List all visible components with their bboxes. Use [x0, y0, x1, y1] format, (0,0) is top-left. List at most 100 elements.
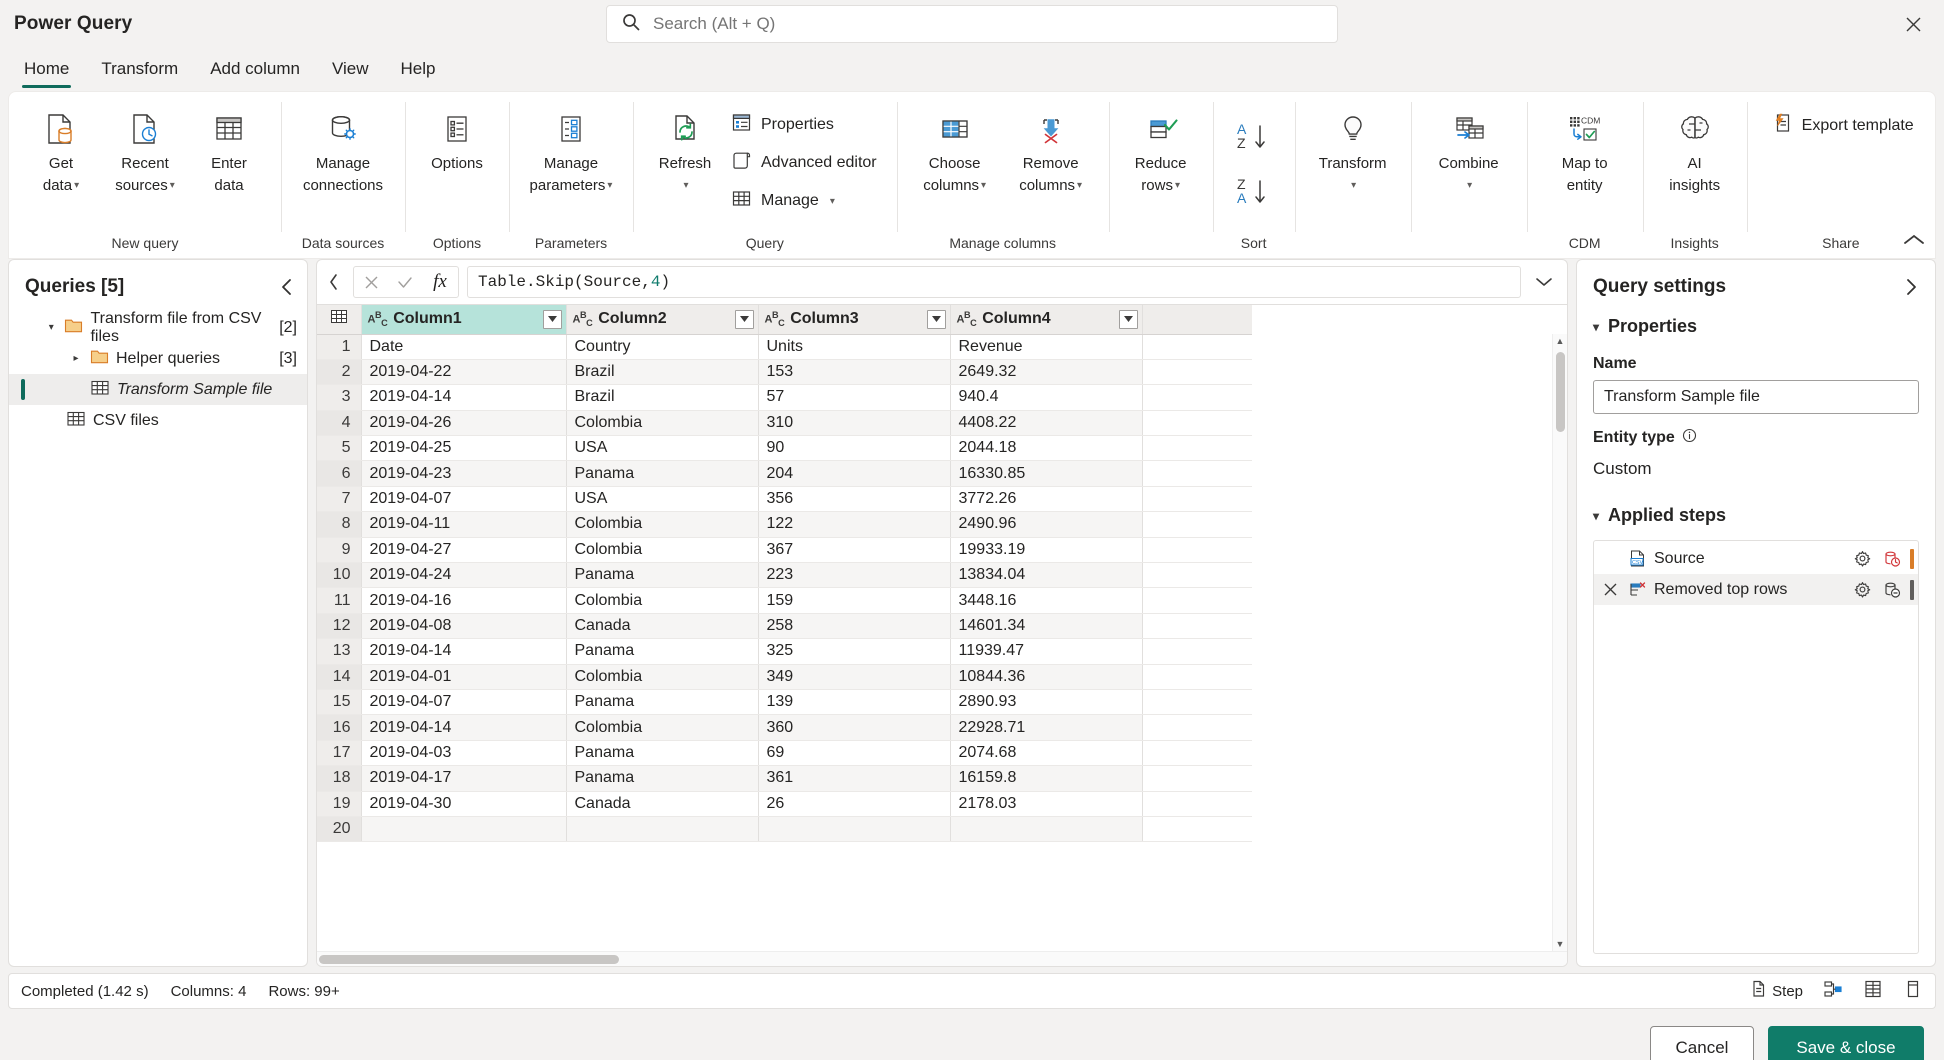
cancel-formula-button[interactable]: [354, 275, 388, 290]
properties-button[interactable]: Properties: [727, 108, 887, 142]
table-row[interactable]: 14 2019-04-01 Colombia 349 10844.36: [317, 664, 1252, 690]
table-cell[interactable]: 2649.32: [950, 359, 1143, 386]
row-number[interactable]: 5: [317, 435, 362, 462]
table-cell[interactable]: Brazil: [566, 384, 759, 411]
table-cell[interactable]: USA: [566, 435, 759, 462]
ai-insights-button[interactable]: AI insights: [1653, 100, 1737, 204]
table-cell[interactable]: Date: [361, 334, 567, 360]
table-cell[interactable]: 325: [758, 638, 951, 665]
table-cell[interactable]: 940.4: [950, 384, 1143, 411]
manage-button[interactable]: Manage ▾: [727, 184, 887, 218]
row-number[interactable]: 8: [317, 511, 362, 538]
table-cell[interactable]: 2019-04-23: [361, 460, 567, 487]
row-number[interactable]: 15: [317, 689, 362, 716]
applied-steps-section-header[interactable]: ▾ Applied steps: [1593, 501, 1919, 530]
query-name-input[interactable]: [1593, 380, 1919, 414]
export-template-button[interactable]: Export template: [1767, 108, 1924, 143]
collapse-ribbon-button[interactable]: [1903, 233, 1925, 252]
table-cell[interactable]: Brazil: [566, 359, 759, 386]
table-cell[interactable]: 2019-04-01: [361, 664, 567, 690]
row-number[interactable]: 3: [317, 384, 362, 411]
schema-view-button[interactable]: [1863, 979, 1883, 1003]
table-cell[interactable]: Panama: [566, 638, 759, 665]
column-header-column3[interactable]: ABC Column3: [758, 305, 951, 335]
row-number[interactable]: 6: [317, 460, 362, 487]
search-input[interactable]: [653, 14, 1323, 34]
table-cell[interactable]: [950, 816, 1143, 843]
search-box[interactable]: [606, 5, 1338, 43]
scroll-down-arrow-icon[interactable]: ▼: [1556, 937, 1565, 951]
horizontal-scroll-thumb[interactable]: [319, 955, 619, 964]
table-cell[interactable]: 16330.85: [950, 460, 1143, 487]
transform-button[interactable]: Transform ▾: [1305, 100, 1401, 204]
sort-descending-button[interactable]: Z A: [1235, 175, 1273, 220]
vertical-scroll-thumb[interactable]: [1555, 352, 1565, 432]
row-number[interactable]: 12: [317, 613, 362, 640]
row-number[interactable]: 9: [317, 537, 362, 564]
column-header-column1[interactable]: ABC Column1: [361, 305, 567, 335]
table-cell[interactable]: 13834.04: [950, 562, 1143, 589]
column-filter-button-column4[interactable]: [1118, 309, 1138, 329]
table-cell[interactable]: Colombia: [566, 587, 759, 614]
diagram-view-button[interactable]: [1823, 979, 1843, 1003]
table-cell[interactable]: Colombia: [566, 537, 759, 564]
table-row[interactable]: 20: [317, 816, 1252, 843]
table-cell[interactable]: 2019-04-14: [361, 638, 567, 665]
table-cell[interactable]: 3772.26: [950, 486, 1143, 513]
column-filter-button-column2[interactable]: [734, 309, 754, 329]
column-header-column4[interactable]: ABC Column4: [950, 305, 1143, 335]
db-minus-icon[interactable]: [1880, 581, 1904, 599]
table-row[interactable]: 13 2019-04-14 Panama 325 11939.47: [317, 638, 1252, 665]
close-window-button[interactable]: [1896, 7, 1930, 41]
table-row[interactable]: 4 2019-04-26 Colombia 310 4408.22: [317, 410, 1252, 437]
table-row[interactable]: 7 2019-04-07 USA 356 3772.26: [317, 486, 1252, 513]
table-cell[interactable]: Revenue: [950, 334, 1143, 360]
info-icon[interactable]: [1682, 428, 1697, 448]
table-cell[interactable]: Panama: [566, 689, 759, 716]
table-cell[interactable]: 153: [758, 359, 951, 386]
table-cell[interactable]: 2019-04-08: [361, 613, 567, 640]
table-cell[interactable]: 2019-04-24: [361, 562, 567, 589]
row-number[interactable]: 1: [317, 334, 362, 360]
collapse-formula-bar-button[interactable]: [323, 273, 345, 291]
collapse-queries-pane-button[interactable]: [279, 278, 295, 296]
table-cell[interactable]: 2019-04-22: [361, 359, 567, 386]
table-cell[interactable]: 2019-04-11: [361, 511, 567, 538]
table-cell[interactable]: 3448.16: [950, 587, 1143, 614]
row-number[interactable]: 2: [317, 359, 362, 386]
table-cell[interactable]: Panama: [566, 740, 759, 767]
table-cell[interactable]: 356: [758, 486, 951, 513]
table-cell[interactable]: Country: [566, 334, 759, 360]
table-row[interactable]: 2 2019-04-22 Brazil 153 2649.32: [317, 359, 1252, 386]
table-cell[interactable]: Units: [758, 334, 951, 360]
table-cell[interactable]: 57: [758, 384, 951, 411]
row-number[interactable]: 18: [317, 765, 362, 792]
table-cell[interactable]: 367: [758, 537, 951, 564]
manage-parameters-button[interactable]: Manage parameters ▾: [519, 100, 623, 204]
table-cell[interactable]: 204: [758, 460, 951, 487]
formula-input[interactable]: Table.Skip(Source, 4): [467, 266, 1521, 298]
table-cell[interactable]: 2019-04-26: [361, 410, 567, 437]
table-cell[interactable]: Colombia: [566, 410, 759, 437]
query-item-transform-sample-file[interactable]: Transform Sample file: [9, 374, 307, 405]
table-cell[interactable]: 360: [758, 714, 951, 741]
table-cell[interactable]: Colombia: [566, 511, 759, 538]
table-cell[interactable]: 2019-04-14: [361, 384, 567, 411]
table-cell[interactable]: 2019-04-25: [361, 435, 567, 462]
query-folder-helper-queries[interactable]: ▸ Helper queries [3]: [9, 343, 307, 374]
row-number[interactable]: 17: [317, 740, 362, 767]
sort-ascending-button[interactable]: A Z: [1235, 120, 1273, 165]
table-cell[interactable]: 2019-04-07: [361, 486, 567, 513]
save-and-close-button[interactable]: Save & close: [1768, 1026, 1924, 1060]
collapse-query-settings-button[interactable]: [1903, 278, 1919, 296]
table-cell[interactable]: [758, 816, 951, 843]
row-number[interactable]: 13: [317, 638, 362, 665]
table-cell[interactable]: 2019-04-27: [361, 537, 567, 564]
table-row[interactable]: 8 2019-04-11 Colombia 122 2490.96: [317, 511, 1252, 538]
db-clock-icon[interactable]: [1880, 550, 1904, 568]
table-cell[interactable]: 2019-04-07: [361, 689, 567, 716]
collapsed-triangle-icon[interactable]: ▸: [69, 353, 83, 364]
get-data-button[interactable]: Get data ▾: [19, 100, 103, 204]
table-row[interactable]: 9 2019-04-27 Colombia 367 19933.19: [317, 537, 1252, 564]
table-cell[interactable]: 14601.34: [950, 613, 1143, 640]
